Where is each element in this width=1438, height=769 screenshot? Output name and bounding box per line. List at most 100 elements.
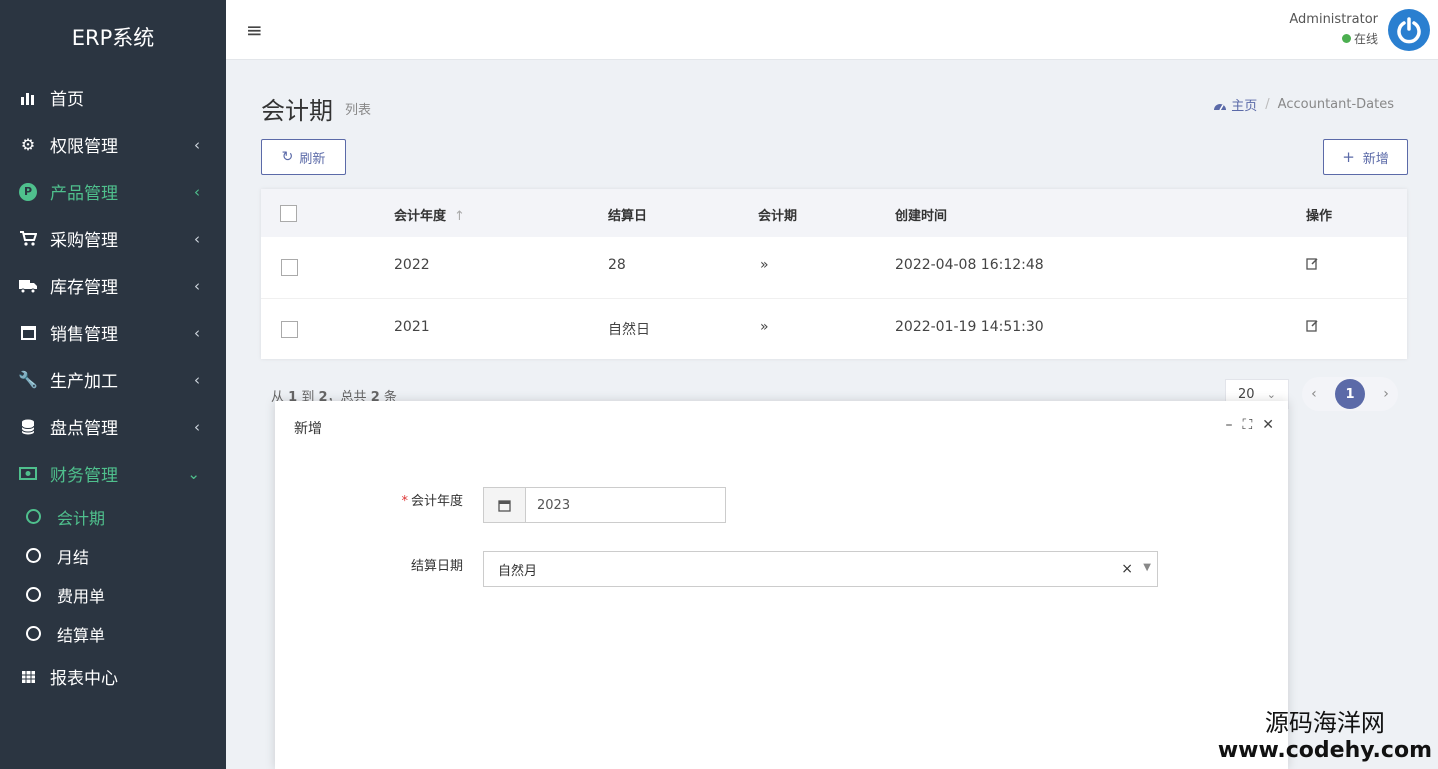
row-checkbox[interactable]	[281, 321, 298, 338]
prev-page-button[interactable]: ‹	[1311, 386, 1317, 402]
sidebar-item-label: 产品管理	[50, 184, 118, 204]
circle-icon	[26, 548, 41, 563]
breadcrumb-home-label: 主页	[1231, 99, 1258, 114]
period-expand-link[interactable]: »	[760, 257, 769, 273]
maximize-icon[interactable]: ⛶	[1242, 417, 1252, 433]
sidebar-item-label: 销售管理	[50, 325, 118, 345]
settle-date-select[interactable]: 自然月 × ▼	[483, 551, 1158, 587]
column-header-settle-day: 结算日	[608, 209, 648, 224]
cell-year: 2022	[394, 257, 430, 273]
sidebar-item-purchasing[interactable]: 采购管理 ‹	[0, 215, 226, 262]
money-icon	[18, 464, 38, 484]
sidebar-item-label: 生产加工	[50, 372, 118, 392]
breadcrumb-separator: /	[1265, 97, 1270, 112]
sidebar-subitem-label: 费用单	[57, 586, 106, 606]
table-row: 2022 28 » 2022-04-08 16:12:48	[261, 237, 1407, 299]
sidebar-subitem-expenses[interactable]: 费用单	[0, 575, 226, 614]
clear-selection-icon[interactable]: ×	[1121, 561, 1133, 577]
sidebar: ERP系统 首页 ⚙ 权限管理 ‹ P 产品管理 ‹ 采购管理 ‹ 库存管理 ‹…	[0, 0, 226, 769]
chevron-down-icon: ⌄	[1266, 387, 1276, 401]
settle-date-label: 结算日期	[410, 559, 463, 574]
user-status: 在线	[1289, 30, 1378, 47]
online-dot-icon	[1341, 34, 1351, 43]
sidebar-item-permissions[interactable]: ⚙ 权限管理 ‹	[0, 121, 226, 168]
add-dialog: 新增 – ⛶ ✕ * 会计年度 2023 结算日期 自然月 × ▼	[275, 401, 1288, 769]
caret-down-icon[interactable]: ▼	[1143, 562, 1151, 573]
minimize-icon[interactable]: –	[1225, 417, 1232, 433]
sidebar-menu: 首页 ⚙ 权限管理 ‹ P 产品管理 ‹ 采购管理 ‹ 库存管理 ‹ 销售管理 …	[0, 74, 226, 700]
database-icon	[18, 417, 38, 437]
gear-icon: ⚙	[20, 135, 36, 154]
watermark-en: www.codehy.com	[1217, 738, 1432, 763]
add-button-label: 新增	[1362, 151, 1389, 167]
sidebar-item-sales[interactable]: 销售管理 ‹	[0, 309, 226, 356]
add-button[interactable]: + 新增	[1323, 139, 1408, 175]
edit-icon[interactable]	[1306, 319, 1319, 336]
page-number-current[interactable]: 1	[1334, 379, 1365, 409]
truck-icon	[18, 276, 38, 296]
circle-icon	[26, 626, 41, 641]
sidebar-subitem-settlements[interactable]: 结算单	[0, 614, 226, 653]
chevron-left-icon: ‹	[194, 135, 200, 154]
column-header-period: 会计期	[758, 209, 798, 224]
user-name: Administrator	[1289, 12, 1378, 27]
chevron-left-icon: ‹	[194, 229, 200, 248]
page-subtitle: 列表	[345, 103, 372, 118]
circle-icon	[26, 587, 41, 602]
p-badge-icon: P	[18, 182, 38, 202]
breadcrumb-home[interactable]: 主页	[1213, 95, 1257, 114]
settle-date-value: 自然月	[498, 563, 538, 579]
calendar-icon[interactable]	[484, 488, 526, 522]
page-title: 会计期	[261, 97, 333, 125]
bar-chart-icon	[18, 88, 38, 108]
cell-settle-day: 自然日	[608, 322, 650, 338]
avatar[interactable]	[1388, 9, 1430, 51]
chevron-left-icon: ‹	[194, 276, 200, 295]
sidebar-subitem-label: 会计期	[57, 508, 106, 528]
sidebar-item-reports[interactable]: 报表中心	[0, 653, 226, 700]
column-header-year[interactable]: 会计年度 ↑	[394, 205, 465, 224]
edit-icon[interactable]	[1306, 257, 1319, 274]
chevron-left-icon: ‹	[194, 370, 200, 389]
sidebar-item-home[interactable]: 首页	[0, 74, 226, 121]
fiscal-year-input[interactable]: 2023	[483, 487, 726, 523]
dialog-title: 新增	[294, 421, 322, 437]
sidebar-subitem-fiscal-period[interactable]: 会计期	[0, 497, 226, 536]
hamburger-menu-icon[interactable]: ≡	[246, 18, 263, 42]
watermark: 源码海洋网 www.codehy.com	[1218, 703, 1432, 763]
cell-year: 2021	[394, 319, 430, 335]
breadcrumb: 主页 / Accountant-Dates	[1213, 95, 1394, 114]
fiscal-year-label-text: 会计年度	[410, 494, 463, 509]
sidebar-item-inventory[interactable]: 库存管理 ‹	[0, 262, 226, 309]
close-icon[interactable]: ✕	[1262, 417, 1274, 433]
user-status-text: 在线	[1353, 32, 1378, 46]
user-info[interactable]: Administrator 在线	[1289, 12, 1378, 47]
sidebar-subitem-month-close[interactable]: 月结	[0, 536, 226, 575]
sidebar-item-label: 报表中心	[50, 669, 118, 689]
chevron-left-icon: ‹	[194, 323, 200, 342]
cell-created: 2022-01-19 14:51:30	[895, 319, 1044, 335]
column-header-label: 会计年度	[394, 209, 447, 224]
plus-icon: +	[1342, 148, 1355, 166]
sidebar-item-label: 首页	[50, 90, 84, 110]
page-size-value: 20	[1238, 386, 1255, 402]
period-expand-link[interactable]: »	[760, 319, 769, 335]
next-page-button[interactable]: ›	[1383, 386, 1389, 402]
brand-title[interactable]: ERP系统	[0, 0, 226, 74]
sidebar-item-products[interactable]: P 产品管理 ‹	[0, 168, 226, 215]
top-header: ≡ Administrator 在线	[226, 0, 1438, 60]
wrench-icon: 🔧	[18, 370, 38, 389]
select-all-checkbox[interactable]	[280, 205, 297, 222]
sidebar-item-production[interactable]: 🔧 生产加工 ‹	[0, 356, 226, 403]
sidebar-item-label: 采购管理	[50, 231, 118, 251]
column-header-actions: 操作	[1306, 209, 1333, 224]
refresh-icon: ↻	[281, 149, 294, 165]
row-checkbox[interactable]	[281, 259, 298, 276]
pager: ‹ 1 ›	[1302, 377, 1398, 411]
cart-icon	[18, 229, 38, 249]
data-table: 会计年度 ↑ 结算日 会计期 创建时间 操作 2022 28 » 2022-04-…	[261, 189, 1407, 359]
required-marker: *	[401, 494, 408, 509]
sidebar-item-stocktake[interactable]: 盘点管理 ‹	[0, 403, 226, 450]
sidebar-item-finance[interactable]: 财务管理 ⌄	[0, 450, 226, 497]
refresh-button[interactable]: ↻ 刷新	[261, 139, 346, 175]
